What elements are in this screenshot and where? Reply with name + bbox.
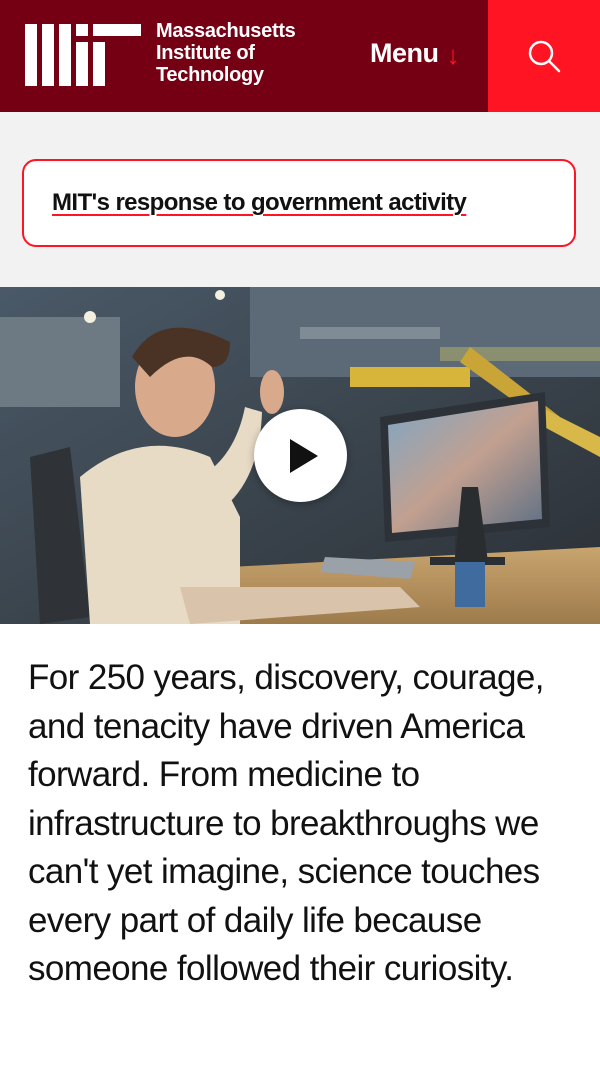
logo-line-2: Institute of: [156, 42, 255, 64]
play-button[interactable]: [254, 409, 347, 502]
logo-wordmark: Massachusetts Institute of Technology: [156, 20, 296, 86]
search-icon: [528, 40, 561, 73]
alert-section: MIT's response to government activity: [0, 112, 600, 287]
menu-button[interactable]: Menu ↓: [370, 36, 459, 71]
arrow-down-icon: ↓: [446, 40, 460, 70]
logo-line-3: Technology: [156, 64, 264, 86]
alert-box: MIT's response to government activity: [22, 159, 576, 247]
menu-label: Menu: [370, 38, 439, 68]
search-button[interactable]: [488, 0, 600, 112]
government-response-link[interactable]: MIT's response to government activity: [52, 189, 467, 217]
play-icon: [289, 438, 318, 473]
hero-video[interactable]: [0, 287, 600, 624]
logo-line-1: Massachusetts: [156, 20, 296, 42]
mit-logo-mark: [25, 20, 141, 86]
mit-logo[interactable]: Massachusetts Institute of Technology: [25, 20, 325, 92]
intro-paragraph: For 250 years, discovery, courage, and t…: [28, 658, 544, 988]
site-header: Massachusetts Institute of Technology Me…: [0, 0, 600, 112]
